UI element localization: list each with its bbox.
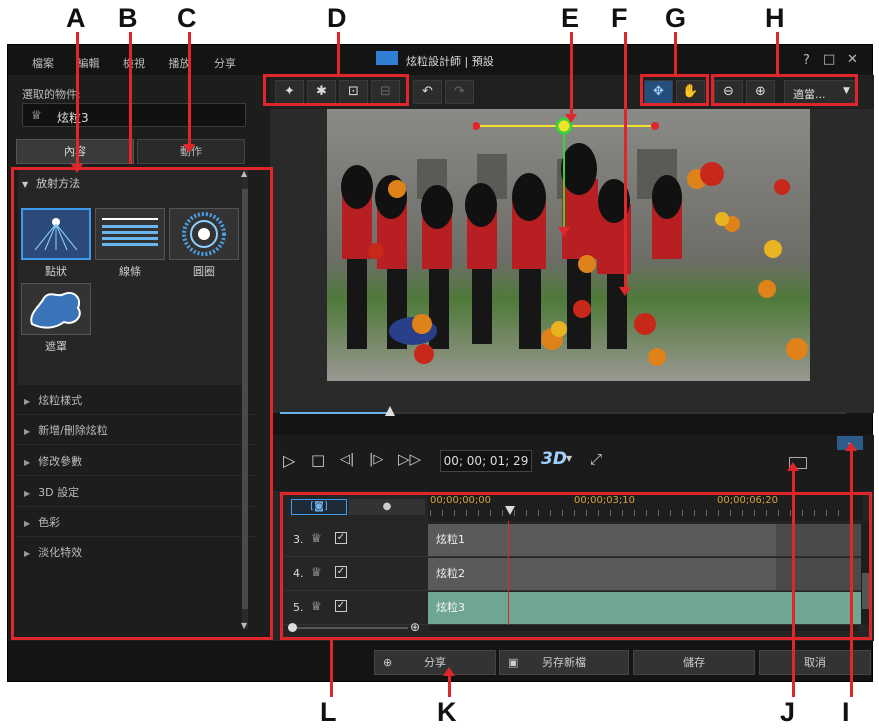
callout-arrow-k-icon bbox=[443, 667, 455, 676]
save-as-button-label: 另存新檔 bbox=[542, 656, 586, 669]
highlight-h bbox=[711, 74, 858, 106]
callout-i: I bbox=[842, 697, 850, 727]
callout-f: F bbox=[611, 3, 628, 33]
emitter-handles[interactable] bbox=[473, 117, 663, 247]
restore-icon[interactable]: □ bbox=[823, 52, 835, 67]
right-handle-icon[interactable] bbox=[651, 122, 659, 130]
cancel-button[interactable]: 取消 bbox=[759, 650, 871, 675]
direction-arrow-icon[interactable] bbox=[558, 227, 570, 237]
redo-icon[interactable]: ↷ bbox=[445, 80, 474, 104]
callout-arrow-j-icon bbox=[787, 462, 799, 471]
scrub-thumb[interactable] bbox=[385, 406, 395, 416]
menu-share[interactable]: 分享 bbox=[214, 57, 236, 70]
window-title: 炫粒設計師 | 預設 bbox=[406, 55, 494, 68]
share-button[interactable]: ⊕ 分享 bbox=[374, 650, 496, 675]
menu-file[interactable]: 檔案 bbox=[32, 57, 54, 70]
particle-icon: ♕ bbox=[31, 108, 42, 122]
menu-view[interactable]: 檢視 bbox=[123, 57, 145, 70]
callout-d: D bbox=[327, 3, 347, 33]
scrub-progress bbox=[280, 412, 390, 414]
selected-object-value: 炫粒3 bbox=[57, 111, 89, 125]
timecode-display[interactable]: 00; 00; 01; 29 bbox=[440, 450, 532, 472]
callout-e: E bbox=[561, 3, 580, 33]
callout-c: C bbox=[177, 3, 197, 33]
callout-line-f bbox=[624, 32, 627, 290]
selected-object-label: 選取的物件: bbox=[22, 88, 81, 101]
menu-edit[interactable]: 編輯 bbox=[78, 57, 100, 70]
app-logo-icon bbox=[376, 51, 398, 65]
callout-line-d bbox=[337, 32, 340, 74]
callout-arrow-c-icon bbox=[183, 144, 195, 153]
callout-line-k bbox=[448, 674, 451, 697]
callout-line-c bbox=[188, 32, 191, 148]
callout-line-b bbox=[129, 32, 132, 164]
highlight-l bbox=[280, 492, 872, 640]
next-frame-icon[interactable]: |▷ bbox=[369, 452, 383, 467]
callout-arrow-f-icon bbox=[619, 287, 631, 296]
callout-line-e bbox=[570, 32, 573, 118]
callout-k: K bbox=[437, 697, 457, 727]
playback-bar bbox=[270, 435, 874, 491]
callout-line-i bbox=[850, 450, 853, 697]
close-icon[interactable]: ✕ bbox=[847, 52, 858, 67]
menu-bar: 檔案 編輯 檢視 播放 分享 bbox=[32, 55, 256, 71]
fast-forward-icon[interactable]: ▷▷ bbox=[398, 450, 421, 468]
callout-line-h bbox=[776, 32, 779, 74]
share-icon: ⊕ bbox=[383, 656, 393, 669]
callout-line-l bbox=[330, 640, 333, 697]
callout-l: L bbox=[320, 697, 337, 727]
help-icon[interactable]: ? bbox=[803, 53, 810, 68]
callout-a: A bbox=[66, 3, 86, 33]
callout-arrow-a-icon bbox=[71, 164, 83, 173]
callout-h: H bbox=[765, 3, 785, 33]
callout-line-a bbox=[76, 32, 79, 166]
prev-frame-icon[interactable]: ◁| bbox=[340, 452, 354, 467]
undo-icon[interactable]: ↶ bbox=[413, 80, 442, 104]
callout-b: B bbox=[118, 3, 138, 33]
selected-object-field[interactable]: ♕ 炫粒3 bbox=[22, 103, 246, 127]
callout-arrow-e-icon bbox=[565, 114, 577, 123]
save-as-button[interactable]: ▣ 另存新檔 bbox=[499, 650, 629, 675]
callout-j: J bbox=[780, 697, 796, 727]
save-button[interactable]: 儲存 bbox=[633, 650, 755, 675]
callout-line-j bbox=[792, 470, 795, 697]
3d-chevron-icon[interactable]: ▼ bbox=[566, 454, 572, 463]
3d-mode-button[interactable]: 3D bbox=[541, 449, 567, 469]
tab-content[interactable]: 內容 bbox=[16, 139, 134, 164]
callout-g: G bbox=[665, 3, 687, 33]
fullscreen-icon[interactable]: ⤢ bbox=[590, 450, 602, 468]
save-as-icon: ▣ bbox=[508, 656, 519, 669]
highlight-b bbox=[11, 167, 273, 640]
callout-line-g bbox=[674, 32, 677, 74]
highlight-d bbox=[263, 74, 409, 106]
play-icon[interactable]: ▷ bbox=[283, 451, 295, 470]
stop-icon[interactable]: □ bbox=[311, 451, 325, 469]
left-handle-icon[interactable] bbox=[473, 122, 480, 130]
highlight-g bbox=[640, 74, 709, 106]
callout-arrow-i-icon bbox=[845, 442, 857, 451]
